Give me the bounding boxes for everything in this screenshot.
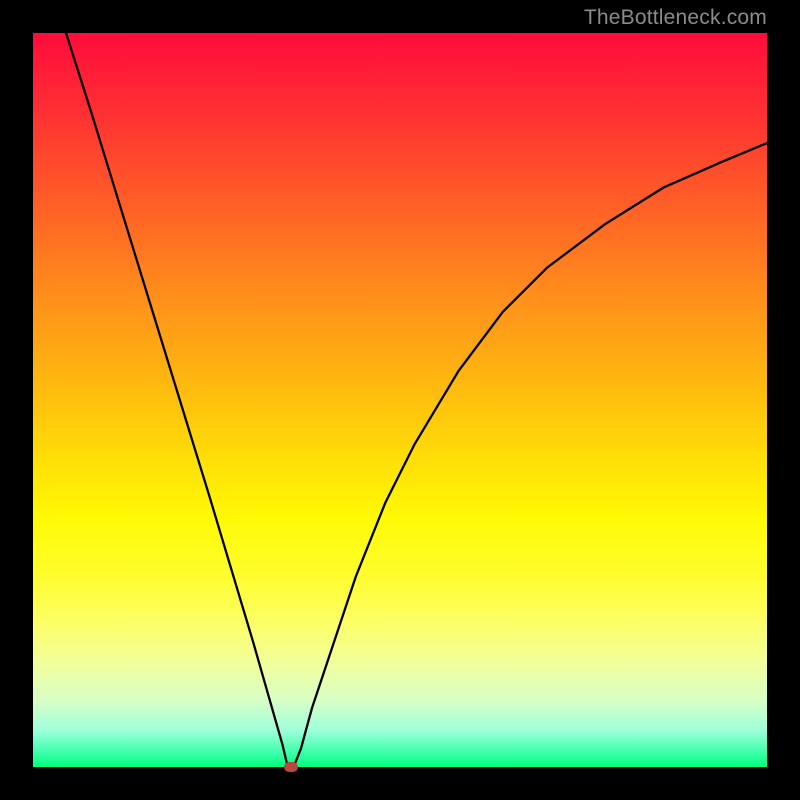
bottleneck-curve	[33, 33, 767, 767]
chart-frame: TheBottleneck.com	[0, 0, 800, 800]
watermark-text: TheBottleneck.com	[584, 6, 767, 30]
optimal-marker	[284, 762, 298, 772]
plot-area	[33, 33, 767, 767]
